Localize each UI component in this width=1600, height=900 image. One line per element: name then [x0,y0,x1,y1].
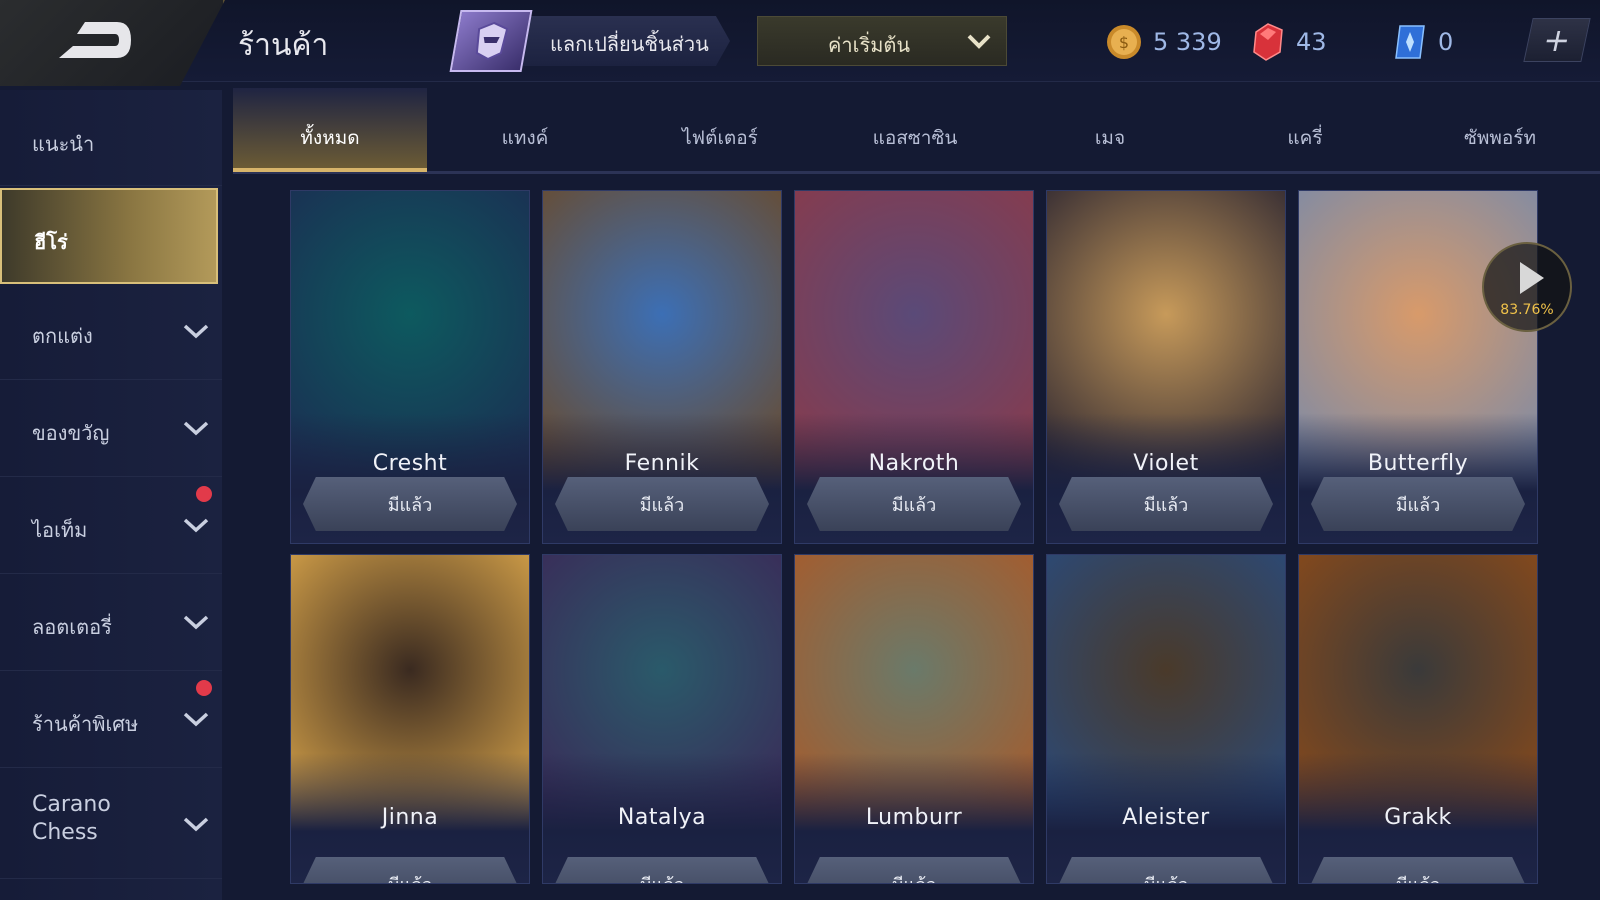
hero-name: Violet [1133,451,1199,476]
hero-card[interactable]: Fennik มีแล้ว [542,190,782,544]
hero-card[interactable]: Butterfly มีแล้ว [1298,190,1538,544]
owned-label: มีแล้ว [387,494,433,516]
hero-role-tabs: ทั้งหมด แทงค์ ไฟต์เตอร์ แอสซาซิน เมจ แคร… [233,88,1600,174]
notification-dot [196,486,212,502]
sidebar-item-lottery[interactable]: ลอตเตอรี่ [0,575,222,671]
hero-name: Aleister [1122,805,1210,830]
hero-name: Natalya [617,805,707,830]
tab-tank[interactable]: แทงค์ [428,88,622,172]
chevron-down-icon [183,518,209,533]
hero-name: Grakk [1384,805,1452,830]
sidebar-item-items[interactable]: ไอเท็ม [0,478,222,574]
owned-label: มีแล้ว [639,494,685,516]
hero-name: Nakroth [868,451,960,476]
back-button[interactable] [0,0,225,86]
notification-dot [196,680,212,696]
hero-name: Butterfly [1367,451,1469,476]
plus-icon: + [1539,21,1575,59]
owned-button[interactable]: มีแล้ว [1059,477,1273,531]
owned-button[interactable]: มีแล้ว [1311,477,1525,531]
sidebar-item-label: แนะนำ [32,132,95,156]
video-preview-button[interactable]: 83.76% [1482,242,1572,332]
sidebar-item-label: ลอตเตอรี่ [32,615,112,639]
chevron-down-icon [183,615,209,630]
chevron-down-icon [183,817,209,832]
hero-name: Jinna [381,805,439,830]
hero-card[interactable]: Cresht มีแล้ว [290,190,530,544]
hero-name: Fennik [624,451,700,476]
owned-label: มีแล้ว [891,494,937,516]
sort-selected-value: ค่าเริ่มต้น [828,33,911,57]
voucher-amount: 0 [1438,28,1454,56]
owned-label: มีแล้ว [640,870,685,884]
sidebar-item-label: ของขวัญ [32,421,110,445]
red-gem-icon [1253,23,1283,61]
sidebar-item-label: ร้านค้าพิเศษ [32,712,139,736]
owned-button[interactable]: มีแล้ว [807,477,1021,531]
gold-currency: $ 5 339 [1105,22,1222,62]
hero-name: Cresht [372,451,448,476]
hero-card[interactable]: Lumburr มีแล้ว [794,554,1034,884]
chevron-down-icon [967,34,991,49]
page-title: ร้านค้า [238,28,329,63]
owned-label: มีแล้ว [1144,870,1189,884]
tab-support[interactable]: ซัพพอร์ท [1403,88,1597,172]
tab-carry[interactable]: แครี่ [1208,88,1402,172]
sidebar-item-recommended[interactable]: แนะนำ [0,90,222,186]
chevron-down-icon [183,421,209,436]
gold-coin-icon: $ [1107,25,1141,59]
owned-button[interactable]: มีแล้ว [555,477,769,531]
gold-amount: 5 339 [1153,28,1222,56]
owned-button[interactable]: มีแล้ว [1059,857,1273,884]
sidebar-item-heroes[interactable]: ฮีโร่ [0,188,218,284]
blue-voucher-icon [1395,25,1425,59]
owned-label: มีแล้ว [1143,494,1189,516]
sidebar-item-gifts[interactable]: ของขวัญ [0,381,222,477]
sidebar-item-label: ตกแต่ง [32,324,93,348]
gem-currency: 43 [1250,22,1327,62]
gem-amount: 43 [1296,28,1327,56]
sidebar-item-carano-chess[interactable]: Carano Chess [0,769,222,879]
sidebar-item-label: ฮีโร่ [34,230,68,254]
top-bar: ร้านค้า แลกเปลี่ยนชิ้นส่วน ค่าเริ่มต้น $… [0,0,1600,86]
tab-mage[interactable]: เมจ [1013,88,1207,172]
exchange-fragments-button[interactable]: แลกเปลี่ยนชิ้นส่วน [449,10,730,72]
owned-button[interactable]: มีแล้ว [303,477,517,531]
owned-button[interactable]: มีแล้ว [555,857,769,884]
svg-text:$: $ [1119,33,1129,52]
tab-fighter[interactable]: ไฟต์เตอร์ [623,88,817,172]
owned-button[interactable]: มีแล้ว [303,857,517,884]
exchange-label: แลกเปลี่ยนชิ้นส่วน [550,32,709,56]
chevron-down-icon [183,324,209,339]
owned-label: มีแล้ว [1396,870,1441,884]
hero-card[interactable]: Natalya มีแล้ว [542,554,782,884]
sort-dropdown[interactable]: ค่าเริ่มต้น [757,16,1007,66]
sidebar-item-label: ไอเท็ม [32,518,88,542]
hero-card[interactable]: Violet มีแล้ว [1046,190,1286,544]
sidebar-item-decorations[interactable]: ตกแต่ง [0,284,222,380]
sidebar: แนะนำ ฮีโร่ ตกแต่ง ของขวัญ ไอเท็ม ลอตเตอ… [0,90,222,900]
hero-name: Lumburr [865,805,963,830]
owned-label: มีแล้ว [892,870,937,884]
video-progress: 83.76% [1500,302,1554,318]
owned-button[interactable]: มีแล้ว [807,857,1021,884]
helmet-icon [449,10,533,72]
add-currency-button[interactable]: + [1523,18,1591,62]
hero-card[interactable]: Aleister มีแล้ว [1046,554,1286,884]
back-arrow-icon [59,22,131,58]
chevron-down-icon [183,712,209,727]
sidebar-item-special-shop[interactable]: ร้านค้าพิเศษ [0,672,222,768]
voucher-currency: 0 [1392,22,1453,62]
sidebar-item-label: Carano Chess [32,792,111,845]
hero-card[interactable]: Nakroth มีแล้ว [794,190,1034,544]
hero-card[interactable]: Jinna มีแล้ว [290,554,530,884]
tab-all[interactable]: ทั้งหมด [233,88,427,172]
owned-label: มีแล้ว [1395,494,1441,516]
owned-button[interactable]: มีแล้ว [1311,857,1525,884]
tab-assassin[interactable]: แอสซาซิน [818,88,1012,172]
play-icon [1520,262,1544,294]
owned-label: มีแล้ว [388,870,433,884]
hero-card[interactable]: Grakk มีแล้ว [1298,554,1538,884]
